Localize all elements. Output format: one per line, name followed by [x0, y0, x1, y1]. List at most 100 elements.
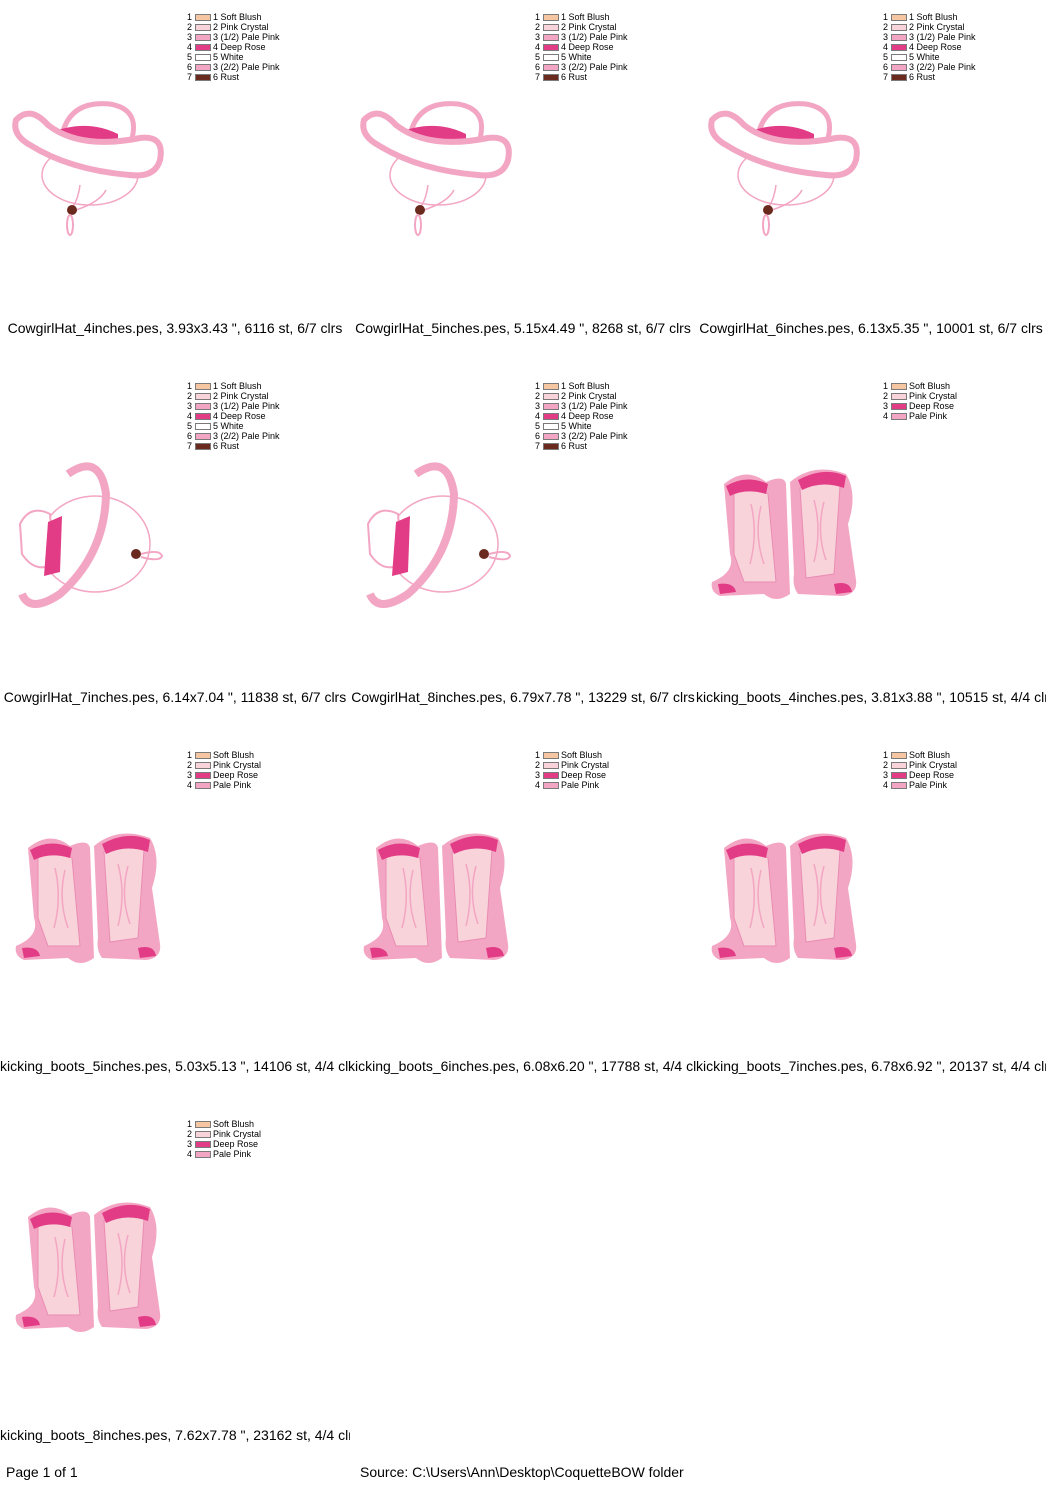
thread-color-legend: 1 Soft Blush 2 Pink Crystal 3 Deep Rose 4 Pale … — [187, 1119, 261, 1159]
thread-color-item: 6 3 (2/2) Pale Pink — [883, 62, 976, 72]
thread-color-item: 1 Soft Blush — [187, 1119, 261, 1129]
thread-name: Soft Blush — [213, 1119, 255, 1129]
thread-swatch — [195, 761, 211, 769]
thread-number: 7 — [883, 72, 889, 82]
thread-swatch — [195, 23, 211, 31]
thread-swatch — [891, 63, 907, 71]
design-card: 1 Soft Blush 2 Pink Crystal 3 Deep Rose 4 Pale … — [348, 738, 698, 1107]
thread-name: 6 Rust — [213, 72, 240, 82]
hat-side-image — [366, 462, 512, 608]
thread-color-item: 4 Pale Pink — [883, 780, 957, 790]
kicking-boots-design — [358, 818, 518, 988]
thread-color-item: 5 5 White — [187, 421, 280, 431]
thread-color-legend: 1 Soft Blush 2 Pink Crystal 3 Deep Rose 4 Pale … — [883, 381, 957, 421]
hat-side-image — [18, 462, 164, 608]
thread-color-legend: 1 Soft Blush 2 Pink Crystal 3 Deep Rose 4 Pale … — [187, 750, 261, 790]
thread-color-item: 2 2 Pink Crystal — [883, 22, 976, 32]
thread-color-item: 2 Pink Crystal — [883, 760, 957, 770]
design-card: 1 Soft Blush 2 Pink Crystal 3 Deep Rose 4 Pale … — [696, 738, 1046, 1107]
thread-name: 6 Rust — [213, 441, 240, 451]
thread-name: 2 Pink Crystal — [213, 22, 269, 32]
thread-number: 2 — [535, 760, 541, 770]
thread-color-legend: 1 1 Soft Blush 2 2 Pink Crystal 3 3 (1/2) Pal… — [535, 12, 628, 82]
thread-swatch — [195, 13, 211, 21]
thread-number: 4 — [535, 42, 541, 52]
thread-swatch — [891, 73, 907, 81]
thread-name: 5 White — [213, 52, 244, 62]
thread-name: 5 White — [909, 52, 940, 62]
thread-swatch — [195, 33, 211, 41]
thread-color-item: 3 3 (1/2) Pale Pink — [535, 32, 628, 42]
thread-color-item: 6 3 (2/2) Pale Pink — [187, 431, 280, 441]
thread-color-item: 3 3 (1/2) Pale Pink — [187, 32, 280, 42]
thread-swatch — [195, 53, 211, 61]
thread-number: 2 — [883, 22, 889, 32]
thread-color-item: 4 4 Deep Rose — [187, 42, 280, 52]
thread-number: 2 — [187, 22, 193, 32]
thread-swatch — [891, 392, 907, 400]
thread-name: 1 Soft Blush — [561, 12, 610, 22]
cowgirl-hat-design — [358, 454, 518, 624]
thread-swatch — [543, 392, 559, 400]
thread-color-item: 2 Pink Crystal — [883, 391, 957, 401]
thread-number: 6 — [535, 62, 541, 72]
thread-color-item: 5 5 White — [187, 52, 280, 62]
thread-color-item: 2 2 Pink Crystal — [187, 391, 280, 401]
thread-color-item: 5 5 White — [535, 52, 628, 62]
thread-number: 4 — [535, 411, 541, 421]
design-caption: kicking_boots_7inches.pes, 6.78x6.92 ", … — [696, 1058, 1046, 1074]
thread-number: 4 — [187, 411, 193, 421]
thread-swatch — [195, 392, 211, 400]
thread-name: 5 White — [561, 421, 592, 431]
thread-swatch — [543, 761, 559, 769]
thread-number: 5 — [535, 52, 541, 62]
design-caption: kicking_boots_4inches.pes, 3.81x3.88 ", … — [696, 689, 1046, 705]
thread-swatch — [891, 402, 907, 410]
thread-name: 1 Soft Blush — [213, 12, 262, 22]
thread-number: 4 — [883, 411, 889, 421]
thread-color-item: 3 Deep Rose — [535, 770, 609, 780]
design-caption: kicking_boots_5inches.pes, 5.03x5.13 ", … — [0, 1058, 350, 1074]
thread-number: 7 — [187, 72, 193, 82]
thread-color-item: 1 Soft Blush — [883, 381, 957, 391]
hat-front-image — [708, 101, 860, 236]
thread-swatch — [543, 781, 559, 789]
thread-color-item: 3 3 (1/2) Pale Pink — [535, 401, 628, 411]
thread-number: 7 — [535, 441, 541, 451]
thread-number: 1 — [535, 12, 541, 22]
thread-color-item: 4 4 Deep Rose — [187, 411, 280, 421]
thread-name: 5 White — [213, 421, 244, 431]
design-caption: CowgirlHat_7inches.pes, 6.14x7.04 ", 118… — [3, 689, 347, 705]
thread-number: 5 — [535, 421, 541, 431]
thread-name: 2 Pink Crystal — [909, 22, 965, 32]
thread-color-legend: 1 Soft Blush 2 Pink Crystal 3 Deep Rose 4 Pale … — [535, 750, 609, 790]
boots-image — [363, 833, 509, 963]
thread-swatch — [543, 751, 559, 759]
thread-name: Pale Pink — [213, 780, 252, 790]
thread-number: 1 — [883, 750, 889, 760]
thread-name: Deep Rose — [213, 1139, 259, 1149]
kicking-boots-design — [706, 454, 866, 624]
thread-name: Deep Rose — [909, 401, 955, 411]
thread-swatch — [195, 1120, 211, 1128]
thread-swatch — [195, 432, 211, 440]
thread-color-item: 2 Pink Crystal — [187, 760, 261, 770]
thread-swatch — [543, 53, 559, 61]
thread-name: 2 Pink Crystal — [561, 22, 617, 32]
thread-swatch — [891, 751, 907, 759]
boots-image — [711, 469, 857, 599]
thread-color-item: 4 4 Deep Rose — [883, 42, 976, 52]
cowgirl-hat-design — [10, 454, 170, 624]
thread-swatch — [195, 422, 211, 430]
design-card: 1 1 Soft Blush 2 2 Pink Crystal 3 3 (1/2) Pal… — [348, 0, 698, 369]
thread-color-legend: 1 Soft Blush 2 Pink Crystal 3 Deep Rose 4 Pale … — [883, 750, 957, 790]
thread-name: 3 (1/2) Pale Pink — [909, 32, 976, 42]
thread-swatch — [543, 382, 559, 390]
thread-color-item: 1 1 Soft Blush — [883, 12, 976, 22]
thread-name: Deep Rose — [561, 770, 607, 780]
thread-number: 4 — [187, 780, 193, 790]
design-card: 1 1 Soft Blush 2 2 Pink Crystal 3 3 (1/2) Pal… — [348, 369, 698, 738]
cowgirl-hat-design — [358, 80, 518, 250]
thread-swatch — [891, 23, 907, 31]
thread-color-item: 1 Soft Blush — [187, 750, 261, 760]
